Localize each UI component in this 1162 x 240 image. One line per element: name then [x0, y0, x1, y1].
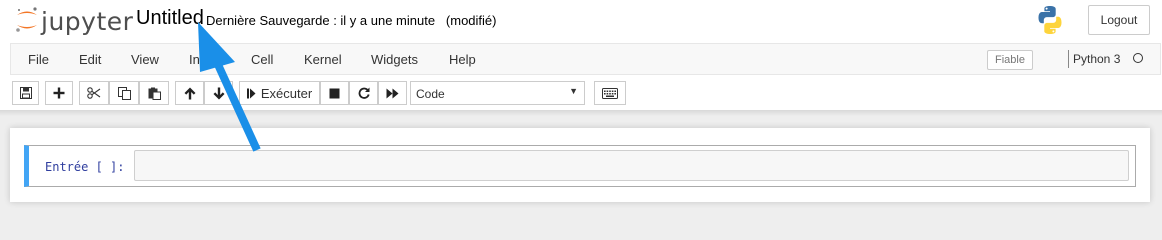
kernel-idle-icon [1133, 53, 1143, 63]
run-button[interactable]: Exécuter [239, 81, 320, 105]
plus-icon [53, 87, 65, 99]
menu-help[interactable]: Help [449, 52, 476, 67]
logo-text: jupyter [41, 7, 134, 36]
menu-cell[interactable]: Cell [251, 52, 273, 67]
notebook-container: Entrée [ ]: [10, 128, 1150, 202]
add-cell-button[interactable] [45, 81, 73, 105]
save-icon [19, 87, 32, 99]
menu-widgets[interactable]: Widgets [371, 52, 418, 67]
copy-button[interactable] [109, 81, 139, 105]
jupyter-logo-icon [16, 7, 37, 32]
move-down-button[interactable] [204, 81, 233, 105]
jupyter-logo[interactable]: jupyter [14, 6, 133, 36]
cut-button[interactable] [79, 81, 109, 105]
command-palette-button[interactable] [594, 81, 626, 105]
python-logo-icon [1038, 6, 1062, 34]
chevron-down-icon: ▼ [569, 86, 578, 96]
paste-button[interactable] [139, 81, 169, 105]
code-input-area[interactable] [134, 150, 1129, 181]
interrupt-button[interactable] [320, 81, 349, 105]
notebook-title[interactable]: Untitled [136, 7, 204, 30]
cell-type-value: Code [416, 87, 445, 101]
kernel-divider [1068, 50, 1069, 68]
menu-kernel[interactable]: Kernel [304, 52, 342, 67]
trusted-badge[interactable]: Fiable [987, 50, 1033, 70]
paste-icon [148, 87, 161, 100]
stop-icon [329, 88, 340, 98]
move-up-button[interactable] [175, 81, 204, 105]
logout-button[interactable]: Logout [1088, 5, 1150, 35]
menu-edit[interactable]: Edit [79, 52, 101, 67]
copy-icon [117, 86, 131, 100]
save-status: Dernière Sauvegarde : il y a une minute … [206, 13, 497, 28]
cut-icon [87, 87, 101, 99]
step-forward-icon [246, 88, 256, 98]
notebook-header: jupyter Untitled Dernière Sauvegarde : i… [0, 0, 1162, 110]
menu-insert[interactable]: Insert [189, 52, 222, 67]
code-cell[interactable]: Entrée [ ]: [24, 145, 1136, 187]
arrow-up-icon [184, 87, 195, 99]
restart-icon [358, 87, 370, 99]
keyboard-icon [602, 87, 618, 99]
cell-type-select[interactable]: Code ▼ [410, 81, 585, 105]
menu-view[interactable]: View [131, 52, 159, 67]
header-shadow [0, 110, 1162, 116]
save-button[interactable] [12, 81, 39, 105]
restart-button[interactable] [349, 81, 378, 105]
input-prompt: Entrée [ ]: [45, 160, 125, 174]
run-all-button[interactable] [378, 81, 407, 105]
kernel-name: Python 3 [1073, 52, 1121, 66]
menu-file[interactable]: File [28, 52, 49, 67]
fast-forward-icon [386, 88, 399, 98]
run-button-label: Exécuter [260, 85, 313, 101]
arrow-down-icon [213, 87, 224, 99]
